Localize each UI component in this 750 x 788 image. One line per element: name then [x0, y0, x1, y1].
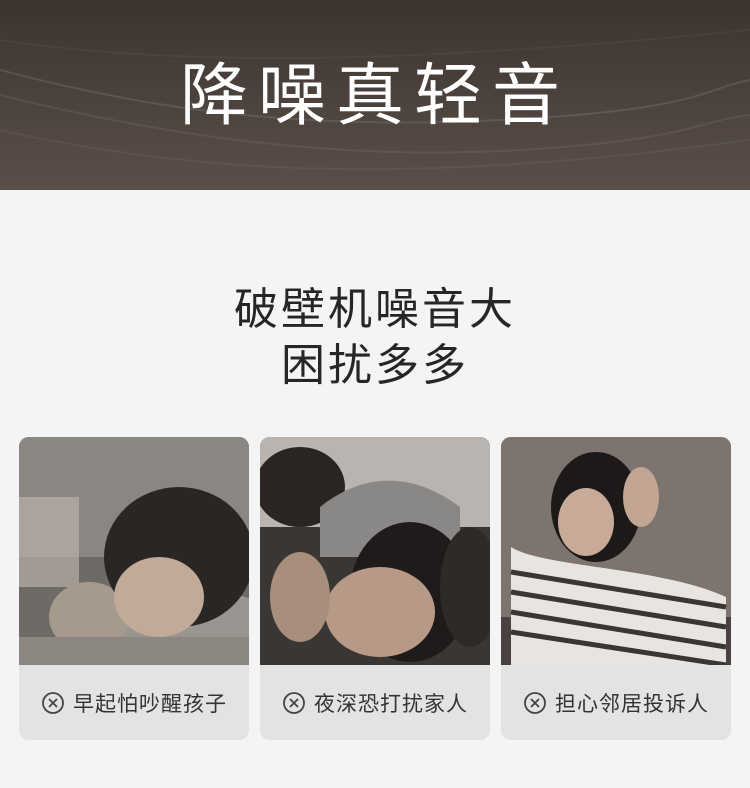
- card-caption-text-3: 担心邻居投诉人: [555, 691, 709, 716]
- close-circle-icon: [42, 691, 64, 714]
- top-banner: 降噪真轻音: [0, 0, 750, 190]
- banner-title: 降噪真轻音: [179, 57, 570, 136]
- card-caption-3: 担心邻居投诉人: [501, 665, 731, 740]
- card-caption-text-1: 早起怕吵醒孩子: [73, 691, 227, 716]
- card-caption-2: 夜深恐打扰家人: [260, 665, 490, 740]
- card-caption-1: 早起怕吵醒孩子: [19, 665, 249, 740]
- headline-line-1: 破壁机噪音大: [234, 284, 516, 335]
- headline: 破壁机噪音大 困扰多多: [0, 282, 750, 394]
- card-caption-text-2: 夜深恐打扰家人: [314, 691, 468, 716]
- scenario-card-1: 早起怕吵醒孩子: [19, 437, 249, 740]
- sleeping-child-photo: [19, 437, 249, 665]
- stressed-woman-photo: [501, 437, 731, 665]
- close-circle-icon: [524, 691, 546, 714]
- headline-line-2: 困扰多多: [281, 340, 469, 391]
- scenario-card-3: 担心邻居投诉人: [501, 437, 731, 740]
- close-circle-icon: [283, 691, 305, 714]
- scenario-card-2: 夜深恐打扰家人: [260, 437, 490, 740]
- man-covering-ears-photo: [260, 437, 490, 665]
